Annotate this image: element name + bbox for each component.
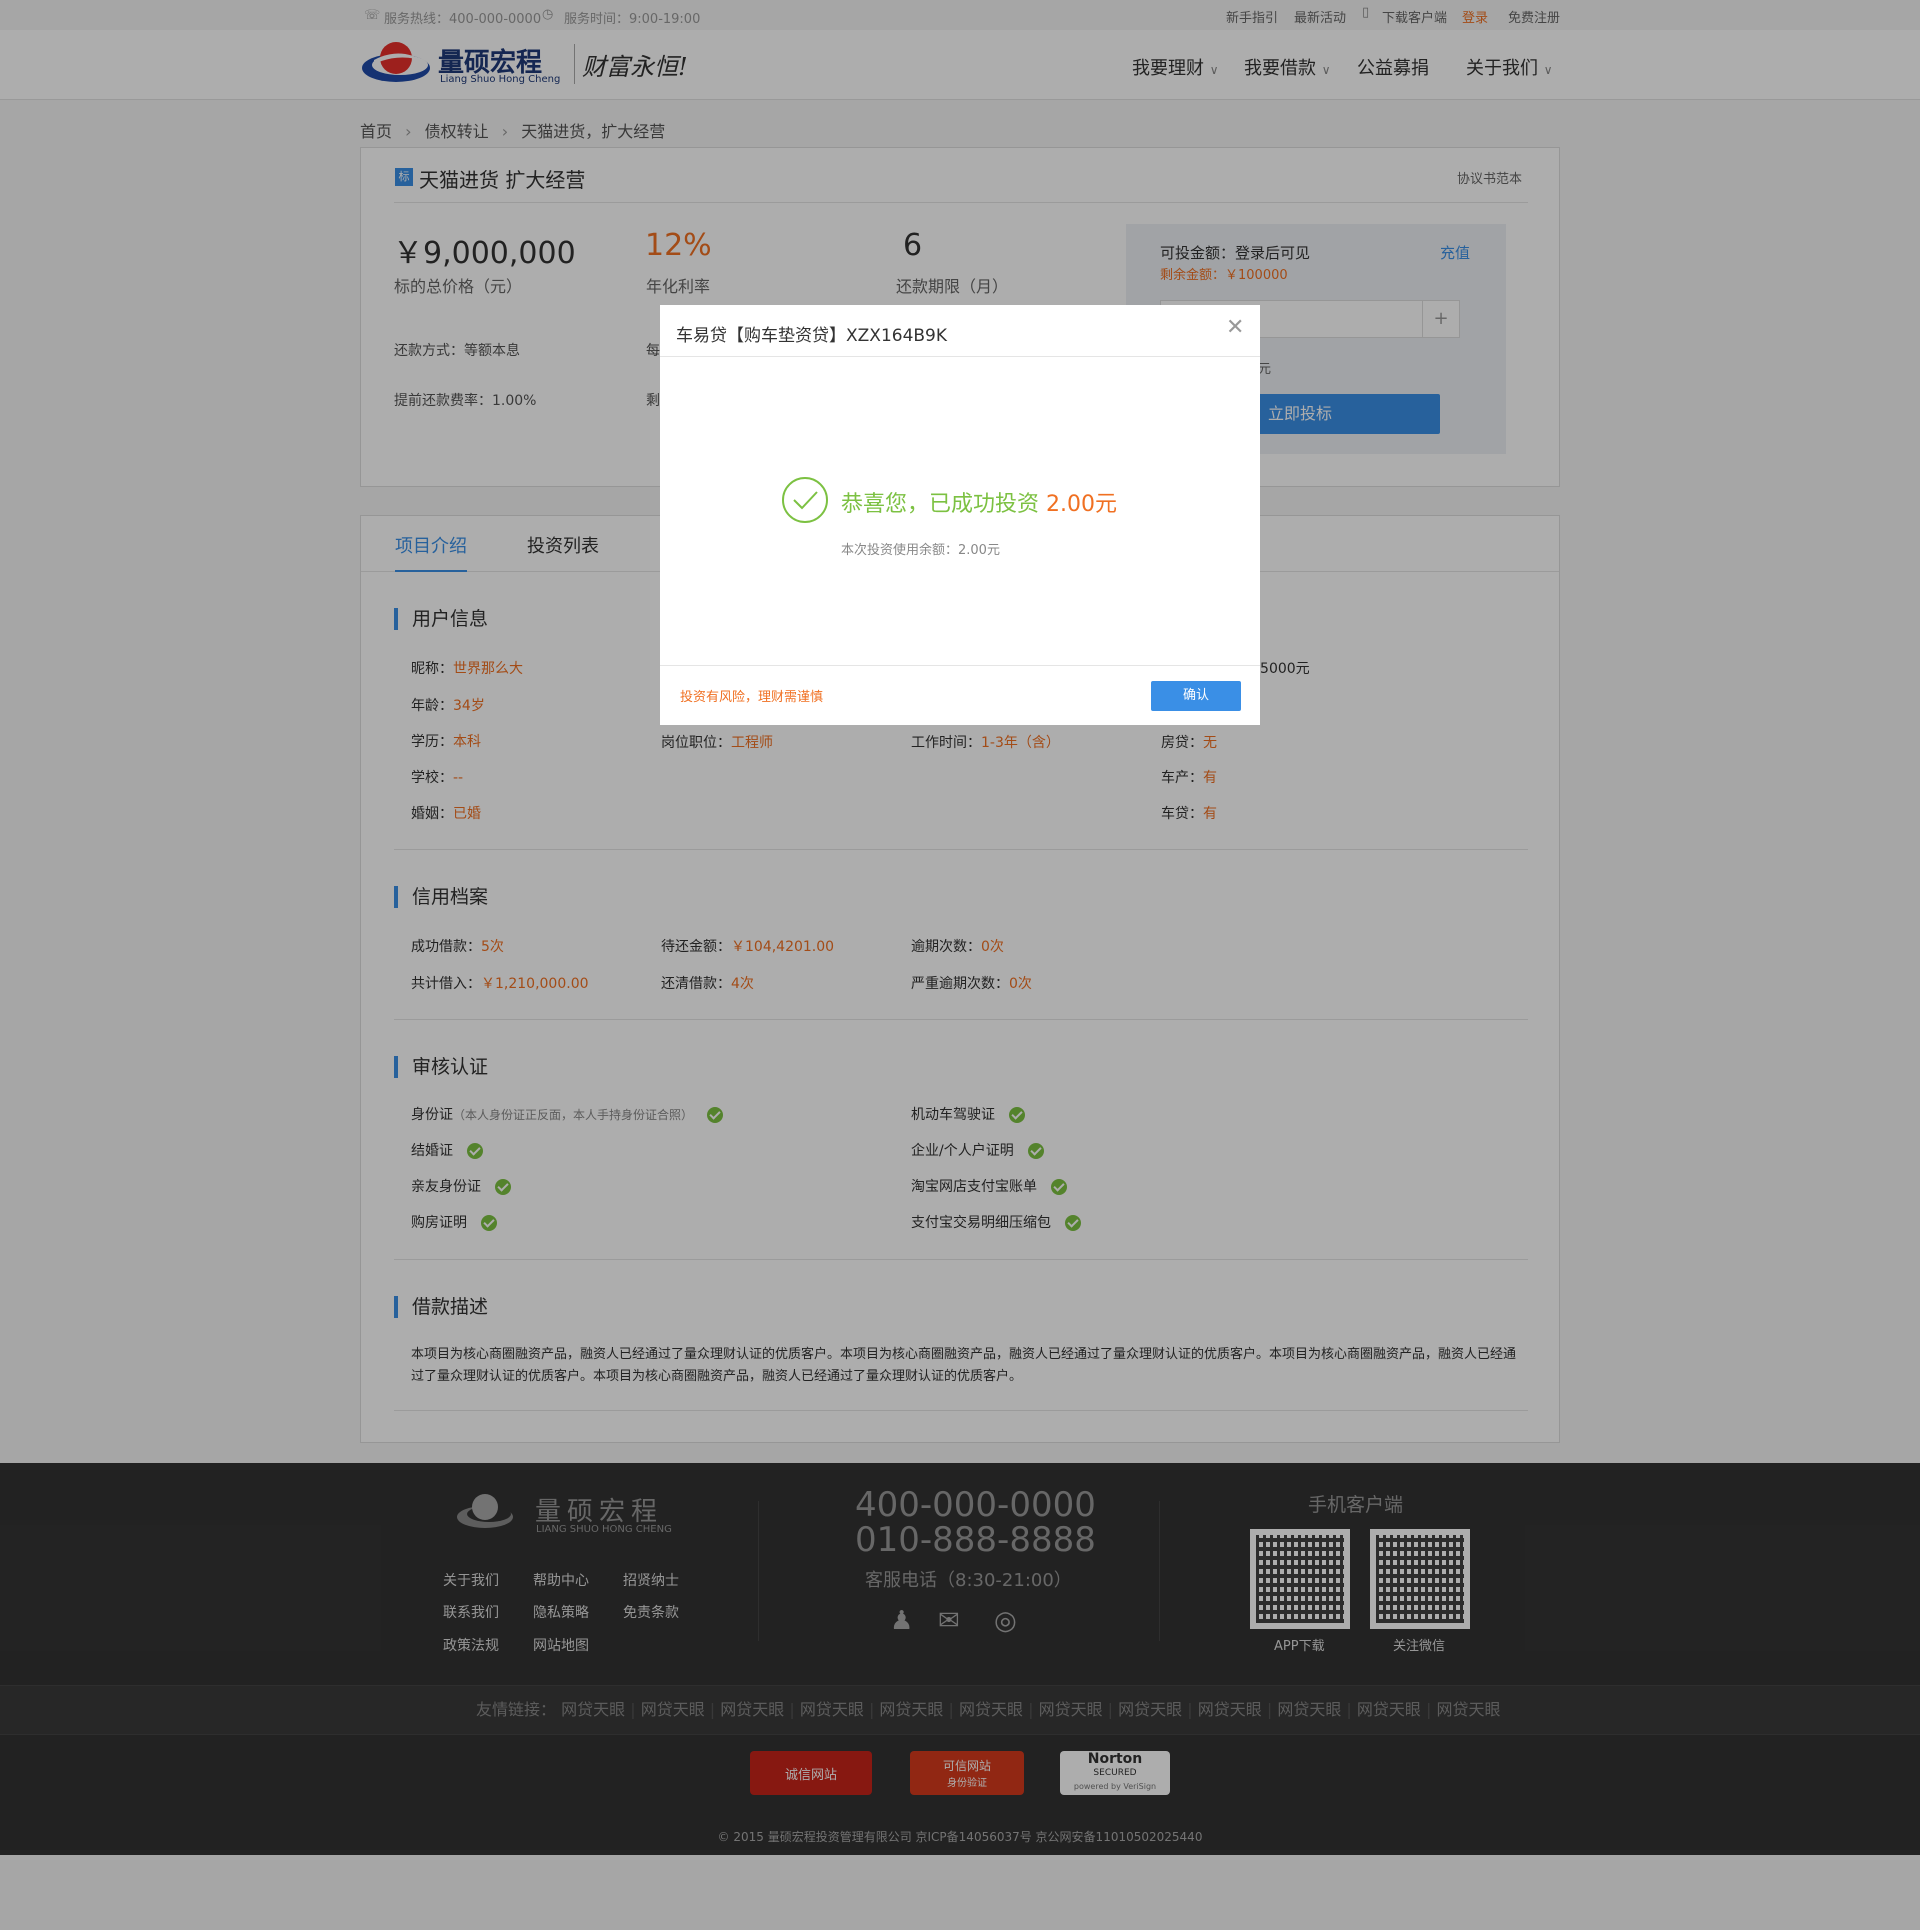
risk-warning: 投资有风险，理财需谨慎	[680, 690, 824, 705]
invested-amount: 2.00元	[1046, 492, 1118, 517]
dialog-title: 车易贷【购车垫资贷】XZX164B9K	[676, 326, 948, 346]
balance-note: 本次投资使用余额：2.00元	[841, 543, 1000, 558]
confirm-button[interactable]: 确认	[1151, 681, 1241, 711]
close-icon[interactable]: ✕	[1226, 315, 1244, 340]
success-dialog: 车易贷【购车垫资贷】XZX164B9K ✕ 恭喜您，已成功投资 2.00元 本次…	[660, 305, 1260, 725]
divider	[660, 356, 1260, 357]
divider	[660, 665, 1260, 666]
success-check-icon	[781, 476, 829, 524]
success-message: 恭喜您，已成功投资 2.00元	[841, 492, 1118, 517]
modal-overlay[interactable]	[0, 0, 1920, 1930]
